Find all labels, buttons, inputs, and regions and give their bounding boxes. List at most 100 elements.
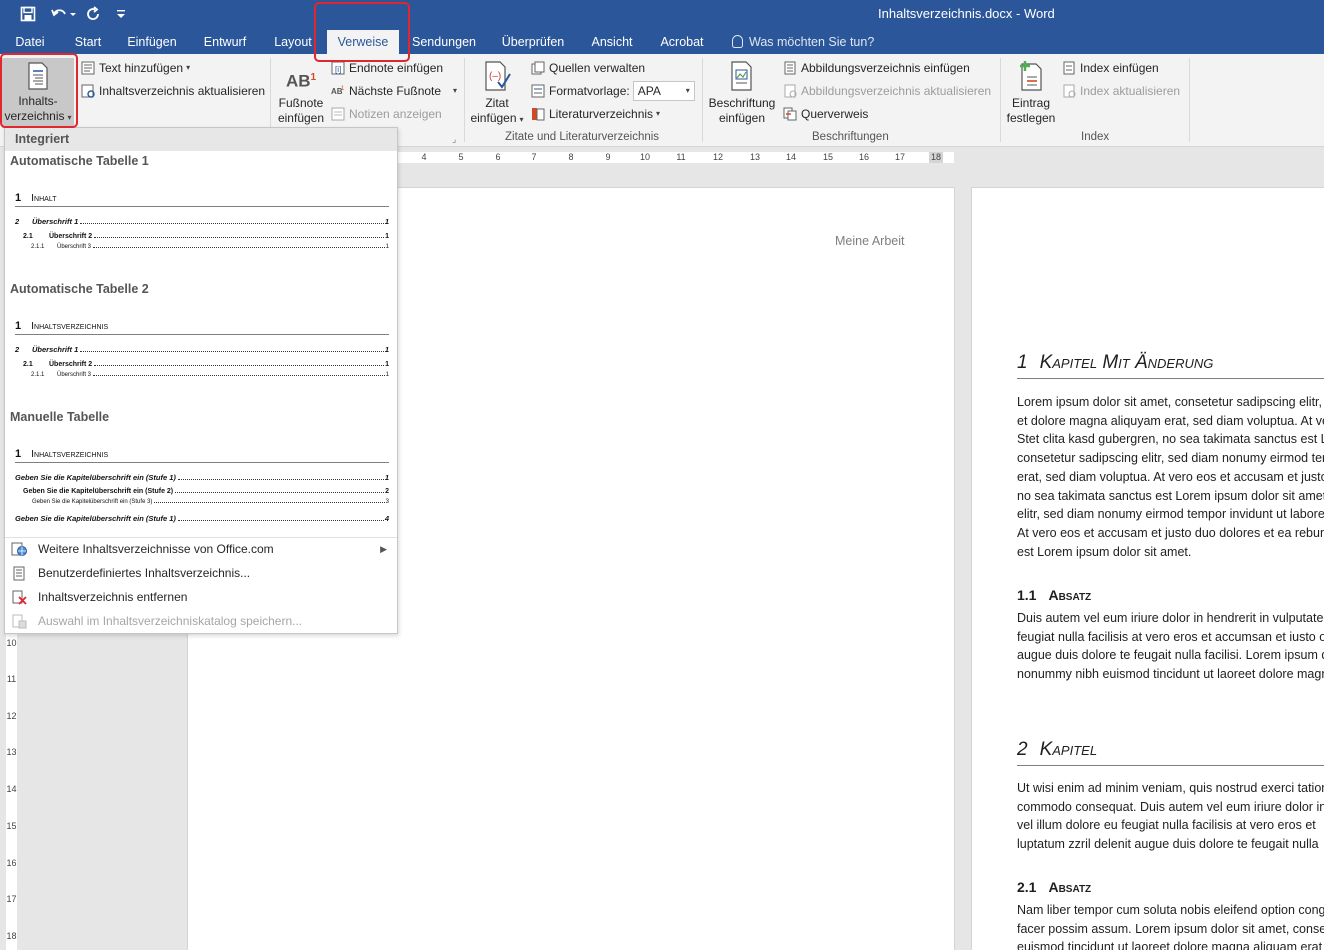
toc-preview-line: Geben Sie die Kapitelüberschrift ein (St… <box>32 499 389 505</box>
next-footnote-icon: AB1 <box>331 86 345 96</box>
ruler-label: 4 <box>421 152 427 162</box>
menu-item-remove-toc[interactable]: Inhaltsverzeichnis entfernen <box>5 586 397 608</box>
update-toc-button[interactable]: Inhaltsverzeichnis aktualisieren <box>81 81 265 101</box>
toc-preview-line: 2 Überschrift 11 <box>15 345 389 354</box>
ruler-label: 10 <box>639 152 650 162</box>
group-separator <box>1189 58 1190 142</box>
paragraph-1: Lorem ipsum dolor sit amet, consetetur s… <box>1017 395 1324 559</box>
toc-button-label2: verzeichnis ▾ <box>4 109 72 123</box>
tab-start[interactable]: Start <box>67 30 109 54</box>
toc-icon <box>28 62 48 90</box>
word-window: Inhaltsverzeichnis.docx - Word Datei Sta… <box>0 0 1324 950</box>
toc-preview-line: Geben Sie die Kapitelüberschrift ein (St… <box>15 514 389 523</box>
group-separator <box>464 58 465 142</box>
heading-1: 2 Kapitel <box>1017 739 1324 766</box>
tab-acrobat[interactable]: Acrobat <box>653 30 711 54</box>
ruler-label: 9 <box>605 152 611 162</box>
next-footnote-button[interactable]: AB 1 Nächste Fußnote ▾ <box>331 81 457 101</box>
tell-me-search[interactable]: Was möchten Sie tun? <box>732 30 874 54</box>
tell-me-label: Was möchten Sie tun? <box>749 35 875 49</box>
vertical-ruler[interactable]: 10 11 12 13 14 15 16 17 18 <box>6 634 17 950</box>
insert-footnote-button[interactable]: AB1 Fußnote einfügen <box>274 64 328 126</box>
menu-item-more-tocs[interactable]: Weitere Inhaltsverzeichnisse von Office.… <box>5 538 397 560</box>
toc-preview-line: 2.1 Überschrift 21 <box>23 361 389 368</box>
tab-ueberpruefen[interactable]: Überprüfen <box>496 30 570 54</box>
update-figure-index-button[interactable]: Abbildungsverzeichnis aktualisieren <box>783 81 991 101</box>
manage-sources-button[interactable]: Quellen verwalten <box>531 58 645 78</box>
caption-icon <box>731 61 752 91</box>
toc-preview-line: Geben Sie die Kapitelüberschrift ein (St… <box>15 473 389 482</box>
style-dropdown[interactable]: APA ▾ <box>632 81 695 101</box>
tab-verweise[interactable]: Verweise <box>327 30 399 54</box>
title-bar: Inhaltsverzeichnis.docx - Word <box>0 0 1324 30</box>
redo-icon[interactable] <box>84 4 104 24</box>
endnote-icon: [i] <box>331 61 345 75</box>
ruler-label: 5 <box>458 152 464 162</box>
footnote-dialog-launcher-icon[interactable]: ⌟ <box>452 134 456 145</box>
ribbon-tabs: Datei Start Einfügen Entwurf Layout Verw… <box>0 30 1324 54</box>
update-toc-icon <box>81 84 95 98</box>
svg-text:(–): (–) <box>489 71 501 82</box>
update-index-button[interactable]: Index aktualisieren <box>1062 81 1180 101</box>
bibliography-icon <box>532 108 545 121</box>
insert-index-button[interactable]: Index einfügen <box>1062 58 1159 78</box>
bibliography-button[interactable]: Literaturverzeichnis ▾ <box>531 104 660 124</box>
ruler-label: 10 <box>6 638 17 648</box>
ruler-label: 14 <box>6 784 17 794</box>
save-selection-icon <box>12 614 27 629</box>
tab-ansicht[interactable]: Ansicht <box>584 30 640 54</box>
toc-button[interactable]: Inhalts- verzeichnis ▾ <box>2 58 74 128</box>
toc-preview-line: Geben Sie die Kapitelüberschrift ein (St… <box>23 488 389 495</box>
ruler-label: 18 <box>929 152 943 163</box>
cross-reference-button[interactable]: Querverweis <box>783 104 868 124</box>
toc-style-auto-2[interactable]: 1 Inhaltsverzeichnis 2 Überschrift 11 2.1 Ü… <box>15 300 389 386</box>
show-notes-button[interactable]: Notizen anzeigen <box>331 104 442 124</box>
tab-entwurf[interactable]: Entwurf <box>197 30 253 54</box>
group-label-captions: Beschriftungen <box>812 131 889 143</box>
tab-sendungen[interactable]: Sendungen <box>408 30 480 54</box>
mark-entry-button[interactable]: Eintrag festlegen <box>1003 60 1059 126</box>
ruler-label: 6 <box>495 152 501 162</box>
ruler-label: 12 <box>6 711 17 721</box>
toc-preview-line: 2.1.1 Überschrift 31 <box>31 244 389 250</box>
heading-2: 1.1 Absatz <box>1017 587 1092 603</box>
customize-quick-access-icon[interactable] <box>112 4 130 24</box>
save-icon[interactable] <box>16 4 40 24</box>
horizontal-ruler[interactable]: 4 5 6 7 8 9 10 11 12 13 14 15 16 17 18 <box>398 152 954 163</box>
toc-preview-heading: 1 Inhalt <box>15 192 389 207</box>
undo-icon[interactable] <box>48 4 78 24</box>
ruler-label: 15 <box>6 821 17 831</box>
insert-caption-button[interactable]: Beschriftung einfügen <box>706 60 778 126</box>
group-label-citations: Zitate und Literaturverzeichnis <box>505 131 660 143</box>
menu-item-save-selection[interactable]: Auswahl im Inhaltsverzeichniskatalog spe… <box>5 610 397 632</box>
toc-style-auto-1[interactable]: 1 Inhalt 2 Überschrift 11 2.1 Überschrift 2… <box>15 172 389 258</box>
paragraph-2: Duis autem vel eum iriure dolor in hendr… <box>1017 611 1324 682</box>
group-separator <box>702 58 703 142</box>
ruler-label: 14 <box>785 152 796 162</box>
ruler-label: 7 <box>531 152 537 162</box>
insert-citation-button[interactable]: (–) Zitat einfügen ▾ <box>468 60 526 127</box>
ruler-label: 15 <box>822 152 833 162</box>
style-selector: Formatvorlage: APA ▾ <box>531 81 695 101</box>
toc-style-manual[interactable]: 1 Inhaltsverzeichnis Geben Sie die Kapite… <box>15 428 389 528</box>
tab-layout[interactable]: Layout <box>266 30 320 54</box>
gallery-section-title: Manuelle Tabelle <box>10 410 110 424</box>
lightbulb-icon <box>732 35 743 48</box>
insert-index-icon <box>1063 61 1075 75</box>
paragraph-3: Ut wisi enim ad minim veniam, quis nostr… <box>1017 781 1324 852</box>
add-text-button[interactable]: Text hinzufügen ▾ <box>81 58 190 78</box>
ruler-label: 11 <box>6 674 17 684</box>
insert-endnote-button[interactable]: [i] Endnote einfügen <box>331 58 443 78</box>
ruler-label: 17 <box>6 894 17 904</box>
insert-figure-index-button[interactable]: Abbildungsverzeichnis einfügen <box>783 58 970 78</box>
ruler-label: 18 <box>6 931 17 941</box>
tab-einfuegen[interactable]: Einfügen <box>121 30 183 54</box>
gallery-section-title: Automatische Tabelle 2 <box>10 282 149 296</box>
toc-preview-heading: 1 Inhaltsverzeichnis <box>15 448 389 463</box>
menu-item-custom-toc[interactable]: Benutzerdefiniertes Inhaltsverzeichnis..… <box>5 562 397 584</box>
custom-toc-icon <box>13 566 25 581</box>
tab-datei[interactable]: Datei <box>7 30 53 54</box>
ruler-label: 8 <box>568 152 574 162</box>
svg-text:[i]: [i] <box>335 65 341 74</box>
toc-button-label1: Inhalts- <box>18 94 58 108</box>
